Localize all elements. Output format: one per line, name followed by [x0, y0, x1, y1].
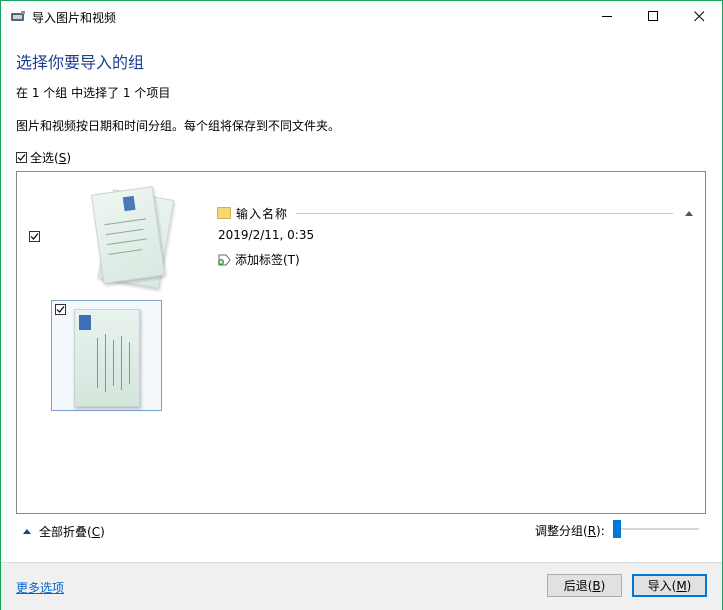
- checkbox-check-icon: [56, 306, 65, 313]
- folder-icon: [217, 207, 231, 219]
- minimize-icon: [601, 16, 612, 17]
- thumbnail-image: [74, 309, 140, 407]
- window-title: 导入图片和视频: [32, 11, 117, 25]
- select-all-checkbox[interactable]: 全选(S): [16, 149, 71, 166]
- group-collapse-button[interactable]: [683, 207, 695, 219]
- group-divider: [296, 212, 673, 214]
- add-tag-label: 添加标签(T): [235, 253, 300, 267]
- description-text: 图片和视频按日期和时间分组。每个组将保存到不同文件夹。: [16, 119, 341, 133]
- maximize-button[interactable]: [630, 1, 676, 32]
- slider-thumb[interactable]: [613, 520, 621, 538]
- title-bar[interactable]: 导入图片和视频: [1, 1, 722, 32]
- selection-summary: 在 1 个组 中选择了 1 个项目: [16, 86, 171, 100]
- collapse-all-label: 全部折叠(C): [39, 525, 105, 539]
- close-button[interactable]: [676, 1, 722, 32]
- item-checkbox[interactable]: [55, 304, 66, 315]
- caret-up-icon: [23, 529, 31, 534]
- group-date: 2019/2/11, 0:35: [218, 228, 315, 242]
- page-heading: 选择你要导入的组: [16, 53, 145, 72]
- collapse-all-link[interactable]: 全部折叠(C): [23, 523, 105, 540]
- close-icon: [693, 11, 704, 22]
- back-button[interactable]: 后退(B): [547, 574, 622, 597]
- folder-name-input[interactable]: 输入名称: [236, 205, 288, 222]
- adjust-groups-slider[interactable]: [613, 519, 701, 539]
- maximize-icon: [647, 11, 658, 21]
- select-all-box[interactable]: [16, 152, 27, 163]
- import-device-icon: [10, 10, 26, 24]
- minimize-button[interactable]: [584, 1, 630, 32]
- slider-track: [613, 528, 699, 530]
- more-options-link[interactable]: 更多选项: [16, 579, 64, 596]
- add-tag-link[interactable]: 添加标签(T): [217, 251, 300, 268]
- stack-card-front: [91, 186, 165, 284]
- import-window: 导入图片和视频 选择你要导入的组 在 1 个组 中选择了 1 个项目 图片和视频…: [0, 0, 723, 610]
- import-button[interactable]: 导入(M): [632, 574, 707, 597]
- group-checkbox[interactable]: [29, 231, 40, 242]
- checkbox-check-icon: [17, 154, 26, 161]
- adjust-groups-label: 调整分组(R):: [535, 524, 605, 538]
- tag-add-icon: [218, 254, 231, 265]
- checkbox-check-icon: [30, 233, 39, 240]
- group-header[interactable]: 输入名称: [217, 204, 695, 222]
- item-thumbnail[interactable]: [51, 300, 162, 411]
- caret-up-icon: [685, 210, 693, 216]
- group-stack-preview[interactable]: [91, 186, 183, 289]
- group-list: 输入名称 2019/2/11, 0:35 添加标签(T): [16, 171, 706, 514]
- footer-bar: 更多选项 后退(B) 导入(M): [1, 562, 722, 610]
- select-all-label: 全选(S): [30, 151, 71, 165]
